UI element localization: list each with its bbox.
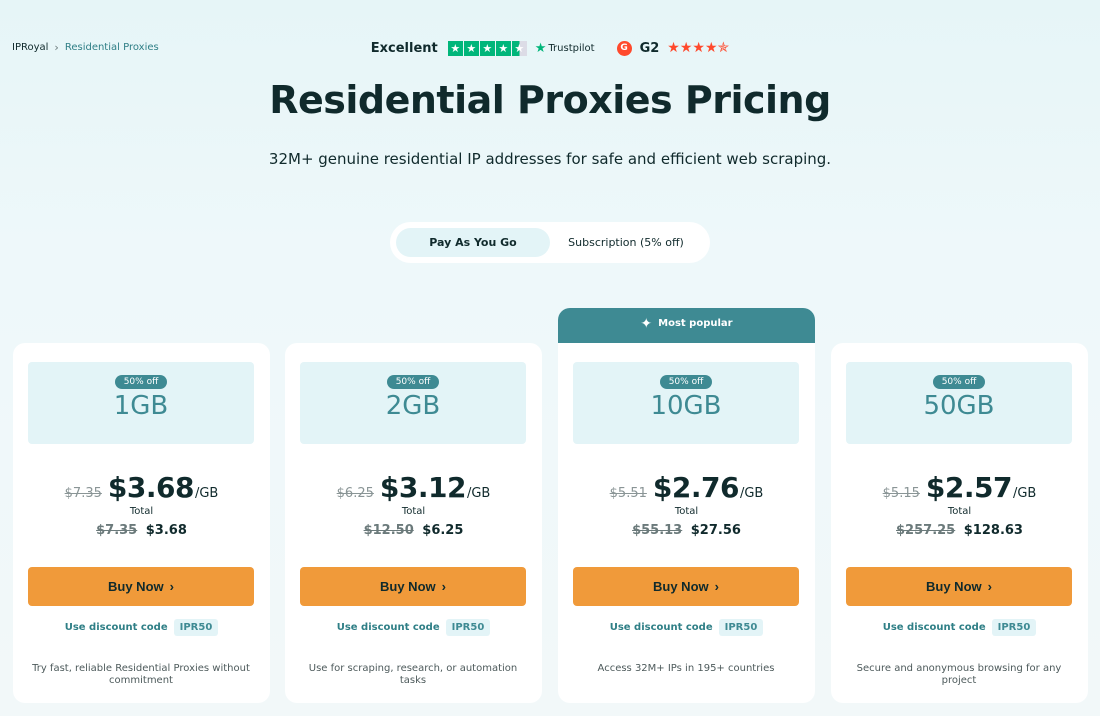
toggle-pay-as-you-go[interactable]: Pay As You Go: [396, 228, 550, 257]
plan-size-box: 50% off 2GB: [300, 362, 526, 444]
buy-now-label: Buy Now: [108, 579, 164, 594]
price-row: $7.35 $3.68 /GB: [13, 471, 270, 504]
total-row: $257.25 $128.63: [831, 523, 1088, 538]
plan-description: Access 32M+ IPs in 195+ countries: [597, 663, 775, 674]
price: $2.76: [652, 471, 740, 504]
old-total: $257.25: [896, 523, 956, 538]
chevron-right-icon: ›: [441, 579, 446, 594]
discount-code-chip[interactable]: IPR50: [445, 619, 491, 636]
discount-label: Use discount code: [882, 622, 986, 633]
chevron-right-icon: ›: [169, 579, 174, 594]
discount-code-chip[interactable]: IPR50: [173, 619, 219, 636]
discount-label: Use discount code: [609, 622, 713, 633]
total: $6.25: [422, 523, 464, 538]
ratings-bar: Excellent ★ ★ ★ ★ ★ ★ Trustpilot G G2 ★★…: [0, 40, 1100, 56]
buy-now-button[interactable]: Buy Now ›: [28, 567, 254, 606]
total-row: $12.50 $6.25: [285, 523, 542, 538]
pricing-card-10gb: 50% off 10GB $5.51 $2.76 /GB Total $55.1…: [558, 343, 815, 703]
star-icon: ★: [479, 40, 495, 56]
total: $128.63: [963, 523, 1023, 538]
discount-label: Use discount code: [64, 622, 168, 633]
trustpilot-star-icon: ★: [534, 40, 547, 56]
price-row: $5.15 $2.57 /GB: [831, 471, 1088, 504]
plan-description: Try fast, reliable Residential Proxies w…: [32, 663, 250, 686]
pricing-card-2gb: 50% off 2GB $6.25 $3.12 /GB Total $12.50…: [285, 343, 542, 703]
page-title: Residential Proxies Pricing: [269, 78, 831, 122]
discount-badge: 50% off: [386, 375, 440, 389]
plan-size: 2GB: [385, 391, 441, 421]
old-price: $6.25: [336, 486, 374, 501]
trustpilot-rating-label: Excellent: [370, 40, 438, 56]
price: $3.12: [379, 471, 467, 504]
page-subtitle: 32M+ genuine residential IP addresses fo…: [268, 150, 832, 168]
trustpilot-logo[interactable]: ★ Trustpilot: [535, 41, 595, 56]
discount-code-chip[interactable]: IPR50: [718, 619, 764, 636]
discount-label: Use discount code: [336, 622, 440, 633]
price: $2.57: [925, 471, 1013, 504]
old-price: $7.35: [64, 486, 102, 501]
old-total: $12.50: [363, 523, 414, 538]
price-unit: /GB: [466, 486, 491, 501]
plan-size-box: 50% off 10GB: [573, 362, 799, 444]
total-label: Total: [129, 506, 154, 517]
discount-code-chip[interactable]: IPR50: [991, 619, 1037, 636]
discount-code-row: Use discount code IPR50: [13, 619, 270, 636]
plan-size: 10GB: [650, 391, 722, 421]
plan-size-box: 50% off 1GB: [28, 362, 254, 444]
buy-now-label: Buy Now: [380, 579, 436, 594]
pricing-card-50gb: 50% off 50GB $5.15 $2.57 /GB Total $257.…: [831, 343, 1088, 703]
total: $27.56: [690, 523, 741, 538]
most-popular-banner: ✦ Most popular: [558, 308, 815, 348]
price: $3.68: [107, 471, 195, 504]
most-popular-label: Most popular: [658, 318, 733, 329]
buy-now-button[interactable]: Buy Now ›: [300, 567, 526, 606]
total-label: Total: [401, 506, 426, 517]
price-row: $5.51 $2.76 /GB: [558, 471, 815, 504]
price-row: $6.25 $3.12 /GB: [285, 471, 542, 504]
g2-brand[interactable]: G2: [640, 41, 660, 56]
price-unit: /GB: [739, 486, 764, 501]
trustpilot-brand: Trustpilot: [548, 42, 595, 54]
old-price: $5.15: [882, 486, 920, 501]
total-label: Total: [947, 506, 972, 517]
star-icon: ★: [447, 40, 463, 56]
star-icon: ★: [463, 40, 479, 56]
buy-now-label: Buy Now: [653, 579, 709, 594]
discount-code-row: Use discount code IPR50: [831, 619, 1088, 636]
g2-stars: ★★★★✯: [667, 40, 730, 56]
old-price: $5.51: [609, 486, 647, 501]
star-icon: ★: [495, 40, 511, 56]
discount-badge: 50% off: [932, 375, 986, 389]
plan-description: Use for scraping, research, or automatio…: [308, 663, 518, 686]
chevron-right-icon: ›: [987, 579, 992, 594]
old-total: $55.13: [632, 523, 683, 538]
total-label: Total: [674, 506, 699, 517]
discount-badge: 50% off: [114, 375, 168, 389]
plan-size: 1GB: [113, 391, 169, 421]
pricing-card-1gb: 50% off 1GB $7.35 $3.68 /GB Total $7.35 …: [13, 343, 270, 703]
billing-toggle: Pay As You Go Subscription (5% off): [390, 222, 710, 263]
plan-size: 50GB: [923, 391, 995, 421]
plan-size-box: 50% off 50GB: [846, 362, 1072, 444]
price-unit: /GB: [1012, 486, 1037, 501]
discount-badge: 50% off: [659, 375, 713, 389]
trustpilot-stars: ★ ★ ★ ★ ★: [447, 40, 527, 56]
buy-now-label: Buy Now: [926, 579, 982, 594]
half-star-icon: ★: [511, 40, 527, 56]
discount-code-row: Use discount code IPR50: [558, 619, 815, 636]
plan-description: Secure and anonymous browsing for any pr…: [856, 663, 1062, 686]
discount-code-row: Use discount code IPR50: [285, 619, 542, 636]
total-row: $7.35 $3.68: [13, 523, 270, 538]
buy-now-button[interactable]: Buy Now ›: [846, 567, 1072, 606]
buy-now-button[interactable]: Buy Now ›: [573, 567, 799, 606]
total-row: $55.13 $27.56: [558, 523, 815, 538]
g2-logo-icon: G: [616, 40, 632, 56]
price-unit: /GB: [194, 486, 219, 501]
old-total: $7.35: [96, 523, 138, 538]
total: $3.68: [145, 523, 187, 538]
sparkle-icon: ✦: [640, 316, 653, 332]
chevron-right-icon: ›: [714, 579, 719, 594]
toggle-subscription[interactable]: Subscription (5% off): [550, 228, 702, 257]
